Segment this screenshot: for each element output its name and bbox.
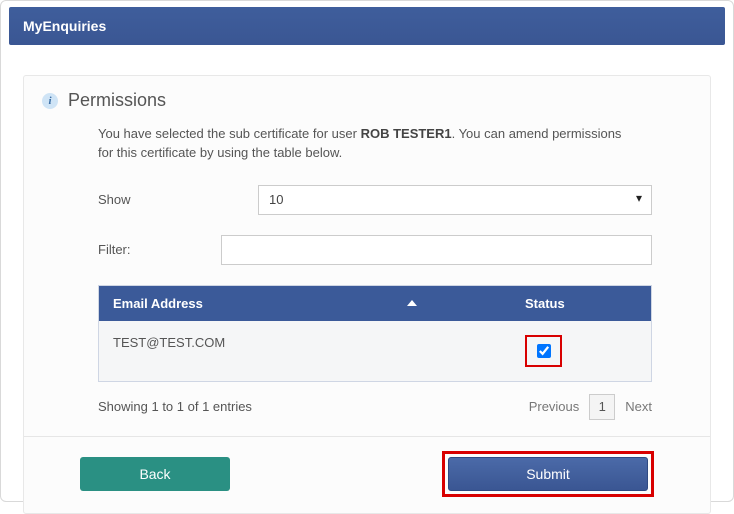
main-panel: i Permissions You have selected the sub … [23,75,711,514]
table-head: Email Address Status [99,286,651,321]
title-bar: MyEnquiries [9,7,725,45]
intro-user: ROB TESTER1 [361,126,452,141]
pagination: Showing 1 to 1 of 1 entries Previous 1 N… [98,394,652,420]
cell-status [511,321,651,381]
col-email-header[interactable]: Email Address [99,286,511,321]
footer-actions: Back Submit [24,436,710,513]
app-window: MyEnquiries i Permissions You have selec… [0,0,734,502]
info-icon: i [42,93,58,109]
controls: Show 10 Filter: Email Address [98,185,652,420]
pager-page-1[interactable]: 1 [589,394,615,420]
table-row: TEST@TEST.COM [99,321,651,381]
col-status-label: Status [525,296,565,311]
col-email-label: Email Address [113,296,203,311]
intro-prefix: You have selected the sub certificate fo… [98,126,361,141]
pager-info: Showing 1 to 1 of 1 entries [98,399,529,414]
col-status-header[interactable]: Status [511,286,651,321]
filter-input[interactable] [221,235,652,265]
pager-controls: Previous 1 Next [529,394,652,420]
section-title: Permissions [68,90,166,111]
row-show: Show 10 [98,185,652,215]
status-highlight [525,335,562,367]
cell-email: TEST@TEST.COM [99,321,511,381]
intro-text: You have selected the sub certificate fo… [98,125,638,163]
submit-button[interactable]: Submit [448,457,648,491]
status-checkbox[interactable] [537,344,551,358]
section-header: i Permissions [42,90,692,111]
row-filter: Filter: [98,235,652,265]
filter-label: Filter: [98,242,221,257]
pager-next[interactable]: Next [625,399,652,414]
pager-prev[interactable]: Previous [529,399,580,414]
sort-asc-icon [407,300,417,306]
permissions-table: Email Address Status TEST@TEST.COM [98,285,652,382]
submit-highlight: Submit [442,451,654,497]
show-select-wrap: 10 [258,185,652,215]
back-button[interactable]: Back [80,457,230,491]
show-label: Show [98,192,258,207]
app-title: MyEnquiries [23,18,106,34]
show-select[interactable]: 10 [258,185,652,215]
